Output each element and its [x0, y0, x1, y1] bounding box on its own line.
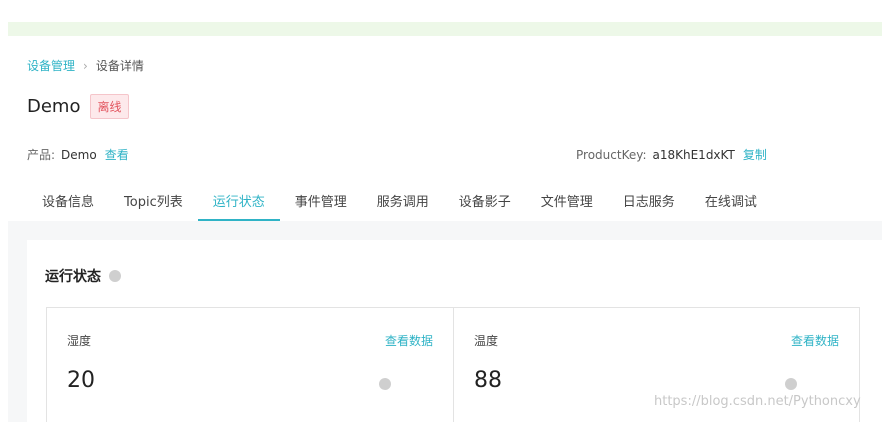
device-tabs: 设备信息 Topic列表 运行状态 事件管理 服务调用 设备影子 文件管理 日志…: [27, 183, 772, 221]
property-value: 88: [474, 368, 502, 393]
section-title-text: 运行状态: [45, 269, 101, 285]
product-info: 产品: Demo 查看: [27, 146, 129, 163]
section-title: 运行状态: [45, 266, 121, 286]
product-value: Demo: [61, 147, 97, 162]
tab-event-management[interactable]: 事件管理: [280, 183, 362, 221]
view-product-link[interactable]: 查看: [105, 146, 129, 163]
product-key-value: a18KhE1dxKT: [652, 147, 735, 162]
breadcrumb: 设备管理 › 设备详情: [27, 57, 144, 74]
property-label: 湿度: [67, 334, 92, 348]
watermark: https://blog.csdn.net/Pythoncxy: [654, 394, 861, 409]
property-label: 温度: [474, 334, 499, 348]
product-key-label: ProductKey:: [576, 147, 647, 162]
property-value: 20: [67, 368, 95, 393]
tab-device-shadow[interactable]: 设备影子: [444, 183, 526, 221]
product-label: 产品:: [27, 148, 56, 162]
tab-running-status[interactable]: 运行状态: [197, 183, 280, 221]
tab-topic-list[interactable]: Topic列表: [109, 183, 198, 221]
status-dot-icon: [109, 270, 121, 282]
status-dot-icon: [785, 378, 797, 390]
page-title: Demo: [27, 96, 81, 117]
tab-online-debug[interactable]: 在线调试: [690, 183, 772, 221]
chevron-right-icon: ›: [83, 58, 88, 73]
status-dot-icon: [379, 378, 391, 390]
tab-device-info[interactable]: 设备信息: [27, 183, 109, 221]
property-card-humidity: 湿度 查看数据 20: [47, 308, 453, 422]
copy-product-key-link[interactable]: 复制: [743, 146, 767, 163]
breadcrumb-current: 设备详情: [95, 59, 144, 73]
view-data-link[interactable]: 查看数据: [385, 332, 433, 349]
tab-service-invocation[interactable]: 服务调用: [362, 183, 444, 221]
status-badge: 离线: [90, 94, 129, 119]
tab-log-service[interactable]: 日志服务: [608, 183, 690, 221]
breadcrumb-device-management[interactable]: 设备管理: [27, 57, 75, 74]
device-header: Demo 离线: [27, 94, 129, 119]
top-notice-bar: [8, 22, 882, 36]
product-key-info: ProductKey: a18KhE1dxKT 复制: [576, 146, 767, 163]
view-data-link[interactable]: 查看数据: [791, 332, 839, 349]
tab-file-management[interactable]: 文件管理: [526, 183, 608, 221]
